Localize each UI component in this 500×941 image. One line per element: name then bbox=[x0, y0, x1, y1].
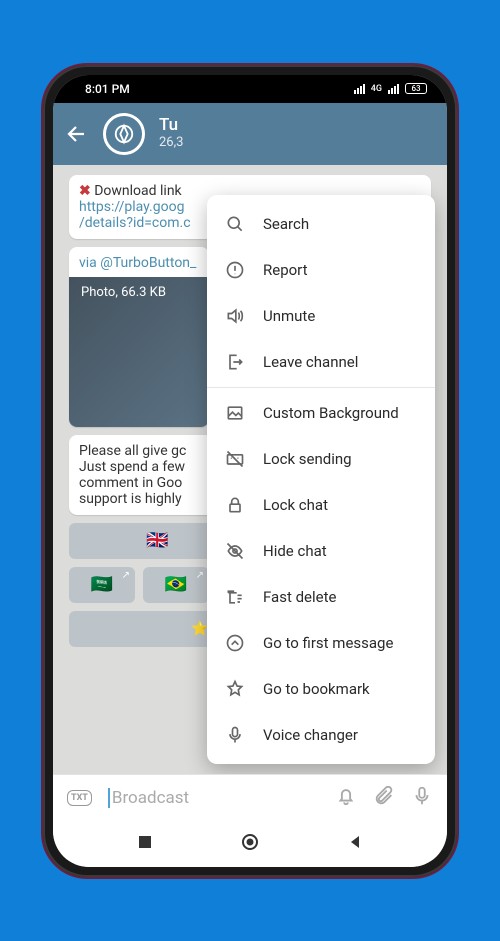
channel-subtitle: 26,3 bbox=[159, 136, 183, 151]
bell-icon[interactable] bbox=[335, 785, 357, 811]
message-photo[interactable]: via @TurboButton_ Photo, 66.3 KB bbox=[69, 247, 209, 427]
mic-icon bbox=[225, 725, 245, 745]
menu-background[interactable]: Custom Background bbox=[207, 390, 435, 436]
txt-badge[interactable]: TXT bbox=[67, 790, 92, 806]
play-link-2[interactable]: /details?id=com.c bbox=[79, 215, 191, 231]
search-icon bbox=[225, 214, 245, 234]
star-icon bbox=[225, 679, 245, 699]
menu-separator bbox=[207, 387, 435, 388]
nav-bar bbox=[53, 821, 447, 867]
menu-unmute[interactable]: Unmute bbox=[207, 293, 435, 339]
voice-icon[interactable] bbox=[411, 785, 433, 811]
menu-leave[interactable]: Leave channel bbox=[207, 339, 435, 385]
message-input[interactable]: Broadcast bbox=[108, 788, 319, 808]
menu-first-message[interactable]: Go to first message bbox=[207, 620, 435, 666]
delete-icon bbox=[225, 587, 245, 607]
nav-back[interactable] bbox=[347, 834, 363, 854]
signal-icon-2 bbox=[388, 84, 399, 94]
back-button[interactable] bbox=[65, 122, 89, 146]
chat-body: ✖ Download link https://play.goog /detai… bbox=[53, 165, 447, 774]
keyboard-off-icon bbox=[225, 449, 245, 469]
menu-report[interactable]: Report bbox=[207, 247, 435, 293]
menu-fast-delete[interactable]: Fast delete bbox=[207, 574, 435, 620]
flag-br[interactable]: ↗🇧🇷 bbox=[143, 567, 209, 603]
report-icon bbox=[225, 260, 245, 280]
lock-icon bbox=[225, 495, 245, 515]
menu-bookmark[interactable]: Go to bookmark bbox=[207, 666, 435, 712]
leave-icon bbox=[225, 352, 245, 372]
unmute-icon bbox=[225, 306, 245, 326]
menu-voice-changer[interactable]: Voice changer bbox=[207, 712, 435, 758]
signal-icon bbox=[354, 84, 365, 94]
photo-size: Photo, 66.3 KB bbox=[69, 277, 209, 300]
context-menu: Search Report Unmute Leave channel bbox=[207, 195, 435, 764]
nav-recent[interactable] bbox=[137, 834, 153, 854]
menu-lock-sending[interactable]: Lock sending bbox=[207, 436, 435, 482]
flag-sa[interactable]: ↗🇸🇦 bbox=[69, 567, 135, 603]
via-label: via @TurboButton_ bbox=[79, 255, 196, 271]
battery-icon: 63 bbox=[405, 83, 427, 94]
menu-lock-chat[interactable]: Lock chat bbox=[207, 482, 435, 528]
status-bar: 8:01 PM 4G 63 bbox=[53, 75, 447, 103]
status-time: 8:01 PM bbox=[85, 82, 130, 96]
app-bar: Tu 26,3 bbox=[53, 103, 447, 165]
chevron-up-circle-icon bbox=[225, 633, 245, 653]
image-icon bbox=[225, 403, 245, 423]
status-right: 4G 63 bbox=[354, 83, 427, 94]
nav-home[interactable] bbox=[241, 833, 259, 855]
input-bar: TXT Broadcast bbox=[53, 774, 447, 821]
hide-icon bbox=[225, 541, 245, 561]
download-prefix: Download link bbox=[94, 183, 181, 199]
menu-search[interactable]: Search bbox=[207, 201, 435, 247]
network-label: 4G bbox=[371, 84, 382, 94]
play-link-1[interactable]: https://play.goog bbox=[79, 199, 184, 215]
channel-title: Tu bbox=[159, 116, 183, 136]
alert-icon: ✖ bbox=[79, 183, 91, 199]
channel-avatar[interactable] bbox=[103, 113, 145, 155]
header-title-block[interactable]: Tu 26,3 bbox=[159, 116, 183, 150]
menu-hide-chat[interactable]: Hide chat bbox=[207, 528, 435, 574]
phone-frame: 8:01 PM 4G 63 Tu 26,3 ✖ bbox=[43, 65, 457, 877]
attach-icon[interactable] bbox=[373, 785, 395, 811]
screen: 8:01 PM 4G 63 Tu 26,3 ✖ bbox=[53, 75, 447, 867]
